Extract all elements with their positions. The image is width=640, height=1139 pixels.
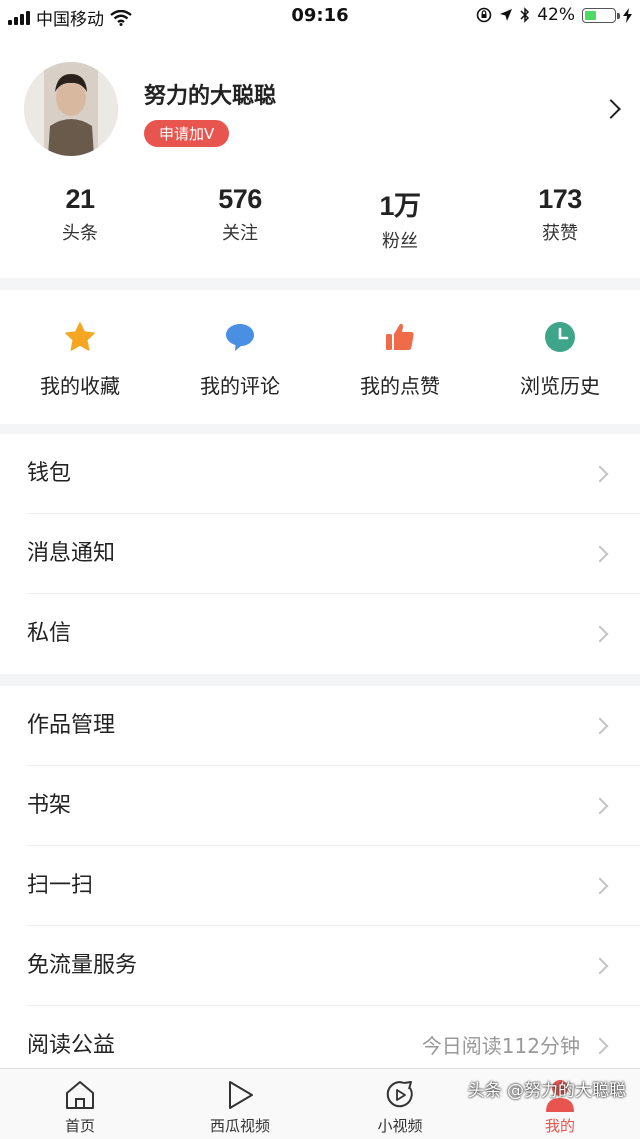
menu-item-label: 钱包 xyxy=(27,461,72,486)
chevron-right-icon xyxy=(591,465,609,483)
history-label: 浏览历史 xyxy=(520,374,600,398)
menu-item-label: 私信 xyxy=(27,621,72,646)
play-icon xyxy=(229,1081,253,1109)
stat-label: 头条 xyxy=(62,223,98,244)
rotation-lock-icon xyxy=(476,7,492,23)
home-icon xyxy=(66,1081,94,1109)
battery-icon xyxy=(582,7,620,23)
menu-item-label: 扫一扫 xyxy=(27,873,94,898)
comments-label: 我的评论 xyxy=(200,374,280,398)
avatar-image xyxy=(24,62,118,156)
tab-label: 小视频 xyxy=(377,1117,423,1135)
comment-icon xyxy=(226,324,254,351)
chevron-right-icon xyxy=(591,957,609,975)
profile-stats: 21 头条 576 关注 1万粉丝 173 获赞 xyxy=(0,184,640,253)
apply-verify-badge[interactable]: 申请加V xyxy=(144,120,230,147)
chevron-right-icon xyxy=(591,625,609,643)
tab-home[interactable]: 首页 xyxy=(0,1069,160,1139)
tab-label: 西瓜视频 xyxy=(209,1117,270,1135)
likes-label: 我的点赞 xyxy=(360,374,440,398)
username[interactable]: 努力的大聪聪 xyxy=(144,78,276,110)
menu-item-scan[interactable]: 扫一扫 xyxy=(0,846,640,926)
stat-label: 关注 xyxy=(222,223,258,244)
bluetooth-icon xyxy=(520,7,530,23)
battery-percent: 42% xyxy=(537,5,575,25)
menu-item-label: 作品管理 xyxy=(27,713,116,738)
menu-item-label: 消息通知 xyxy=(27,541,116,566)
menu-item-label: 书架 xyxy=(27,793,72,818)
stat-value: 21 xyxy=(65,184,95,214)
stat-headlines[interactable]: 21 头条 xyxy=(0,184,160,253)
stat-likes[interactable]: 173 获赞 xyxy=(480,184,640,253)
profile-header[interactable]: 努力的大聪聪 申请加V 21 头条 576 关注 1万粉丝 173 获赞 xyxy=(0,34,640,278)
short-video-icon xyxy=(386,1081,413,1108)
stat-value: 576 xyxy=(218,184,262,214)
stat-value: 173 xyxy=(538,184,582,214)
menu-group-services: 作品管理 书架 扫一扫 免流量服务 阅读公益 今日阅读112分钟 xyxy=(0,686,640,1086)
section-divider xyxy=(0,674,640,686)
stat-value: 1万 xyxy=(379,191,421,221)
favorites-button[interactable]: 我的收藏 xyxy=(0,290,160,424)
chevron-right-icon xyxy=(591,545,609,563)
chevron-right-icon xyxy=(591,877,609,895)
tab-label: 首页 xyxy=(64,1117,95,1135)
section-divider xyxy=(0,424,640,434)
section-divider xyxy=(0,278,640,290)
stat-label: 获赞 xyxy=(542,223,578,244)
clock-icon xyxy=(545,322,575,352)
status-bar: 中国移动 09:16 42% xyxy=(0,0,640,34)
menu-group-account: 钱包 消息通知 私信 xyxy=(0,434,640,674)
quick-actions: 我的收藏 我的评论 我的点赞 浏览历史 xyxy=(0,290,640,424)
comments-button[interactable]: 我的评论 xyxy=(160,290,320,424)
star-icon xyxy=(65,322,95,351)
chevron-right-icon xyxy=(591,1037,609,1055)
chevron-right-icon[interactable] xyxy=(601,99,621,119)
stat-label: 粉丝 xyxy=(382,231,418,252)
stat-followers[interactable]: 1万粉丝 xyxy=(320,184,480,253)
menu-item-bookshelf[interactable]: 书架 xyxy=(0,766,640,846)
thumbs-up-icon xyxy=(386,323,414,350)
menu-item-wallet[interactable]: 钱包 xyxy=(0,434,640,514)
menu-item-free-data[interactable]: 免流量服务 xyxy=(0,926,640,1006)
menu-item-notifications[interactable]: 消息通知 xyxy=(0,514,640,594)
avatar[interactable] xyxy=(24,62,118,156)
stat-following[interactable]: 576 关注 xyxy=(160,184,320,253)
location-icon xyxy=(500,9,513,21)
charging-icon xyxy=(623,7,632,23)
chevron-right-icon xyxy=(591,717,609,735)
menu-item-messages[interactable]: 私信 xyxy=(0,594,640,674)
history-button[interactable]: 浏览历史 xyxy=(480,290,640,424)
tab-short-video[interactable]: 小视频 xyxy=(320,1069,480,1139)
favorites-label: 我的收藏 xyxy=(40,374,120,398)
tab-xigua-video[interactable]: 西瓜视频 xyxy=(160,1069,320,1139)
menu-item-label: 免流量服务 xyxy=(27,953,138,978)
tab-label: 我的 xyxy=(544,1117,575,1135)
chevron-right-icon xyxy=(591,797,609,815)
likes-button[interactable]: 我的点赞 xyxy=(320,290,480,424)
watermark-text: 头条 @努力的大聪聪 xyxy=(467,1081,626,1101)
menu-item-works[interactable]: 作品管理 xyxy=(0,686,640,766)
